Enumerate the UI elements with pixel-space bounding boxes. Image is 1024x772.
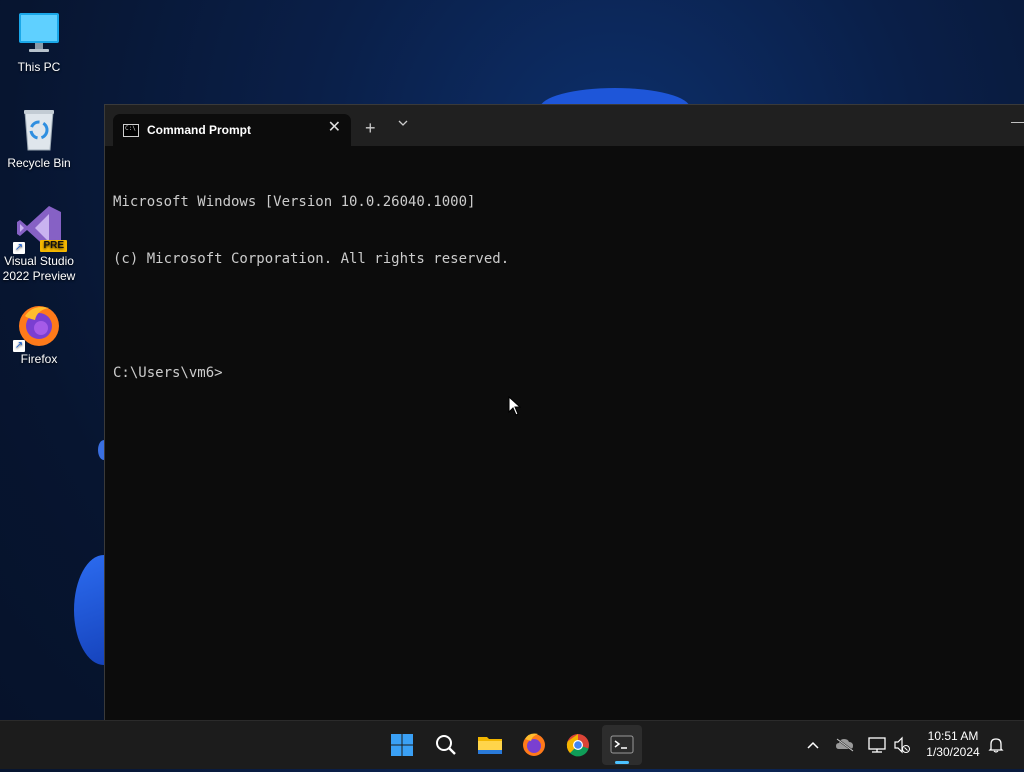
console-prompt: C:\Users\vm6> bbox=[113, 365, 223, 381]
title-bar[interactable]: C:\ Command Prompt ✕ + — bbox=[105, 105, 1024, 146]
terminal-taskbar-button[interactable] bbox=[602, 725, 642, 765]
network-icon bbox=[868, 737, 886, 753]
clock[interactable]: 10:51 AM 1/30/2024 bbox=[918, 728, 988, 760]
taskbar: 10:51 AM 1/30/2024 bbox=[0, 720, 1024, 769]
clock-date: 1/30/2024 bbox=[926, 745, 980, 759]
speaker-muted-icon bbox=[894, 736, 910, 754]
cloud-offline-icon bbox=[836, 738, 854, 752]
desktop-icon-label: This PC bbox=[17, 60, 61, 74]
shortcut-arrow-icon: ↗ bbox=[13, 242, 25, 254]
tab-dropdown-button[interactable] bbox=[397, 117, 409, 132]
firefox-taskbar-button[interactable] bbox=[514, 725, 554, 765]
desktop-icon-firefox[interactable]: ↗ Firefox bbox=[0, 302, 78, 367]
chevron-up-icon bbox=[807, 741, 819, 749]
tab-command-prompt[interactable]: C:\ Command Prompt ✕ bbox=[113, 114, 351, 146]
file-explorer-icon bbox=[478, 737, 502, 754]
start-button[interactable] bbox=[382, 725, 422, 765]
onedrive-button[interactable] bbox=[834, 721, 856, 769]
show-hidden-icons-button[interactable] bbox=[804, 721, 822, 769]
desktop-icon-this-pc[interactable]: This PC bbox=[0, 10, 78, 75]
desktop-icon-visual-studio[interactable]: PRE ↗ Visual Studio 2022 Preview bbox=[0, 204, 78, 284]
desktop-icon-label: Visual Studio bbox=[4, 254, 74, 268]
terminal-icon bbox=[610, 735, 634, 754]
clock-time: 10:51 AM bbox=[927, 729, 979, 743]
chrome-icon bbox=[566, 734, 589, 757]
new-tab-button[interactable]: + bbox=[365, 119, 376, 137]
volume-button[interactable] bbox=[892, 721, 912, 769]
chevron-down-icon bbox=[398, 120, 408, 126]
console-output[interactable]: Microsoft Windows [Version 10.0.26040.10… bbox=[113, 155, 1017, 713]
desktop-icon-label: Recycle Bin bbox=[7, 156, 71, 170]
notifications-button[interactable] bbox=[986, 721, 1006, 769]
preview-badge: PRE bbox=[40, 240, 67, 252]
bell-icon bbox=[988, 738, 1004, 753]
recycle-bin-icon bbox=[15, 106, 63, 154]
console-line: (c) Microsoft Corporation. All rights re… bbox=[113, 251, 510, 267]
firefox-icon bbox=[523, 733, 545, 756]
close-tab-button[interactable]: ✕ bbox=[328, 119, 341, 137]
desktop-icon-label: 2022 Preview bbox=[2, 269, 76, 283]
chrome-taskbar-button[interactable] bbox=[558, 725, 598, 765]
command-prompt-icon: C:\ bbox=[123, 124, 139, 137]
terminal-window[interactable]: C:\ Command Prompt ✕ + — Microsoft Windo… bbox=[104, 104, 1024, 721]
this-pc-icon bbox=[15, 10, 63, 58]
desktop-icon-recycle-bin[interactable]: Recycle Bin bbox=[0, 106, 78, 171]
active-app-indicator bbox=[615, 761, 629, 764]
visual-studio-icon: PRE ↗ bbox=[13, 204, 67, 254]
minimize-button[interactable]: — bbox=[1011, 113, 1024, 129]
shortcut-arrow-icon: ↗ bbox=[13, 340, 25, 352]
search-icon bbox=[436, 735, 456, 755]
start-icon bbox=[391, 734, 413, 756]
tab-title: Command Prompt bbox=[147, 123, 252, 137]
file-explorer-button[interactable] bbox=[470, 725, 510, 765]
search-button[interactable] bbox=[426, 725, 466, 765]
network-button[interactable] bbox=[866, 721, 888, 769]
desktop-icon-label: Firefox bbox=[20, 352, 58, 366]
firefox-icon: ↗ bbox=[13, 302, 63, 352]
console-line: Microsoft Windows [Version 10.0.26040.10… bbox=[113, 194, 476, 210]
